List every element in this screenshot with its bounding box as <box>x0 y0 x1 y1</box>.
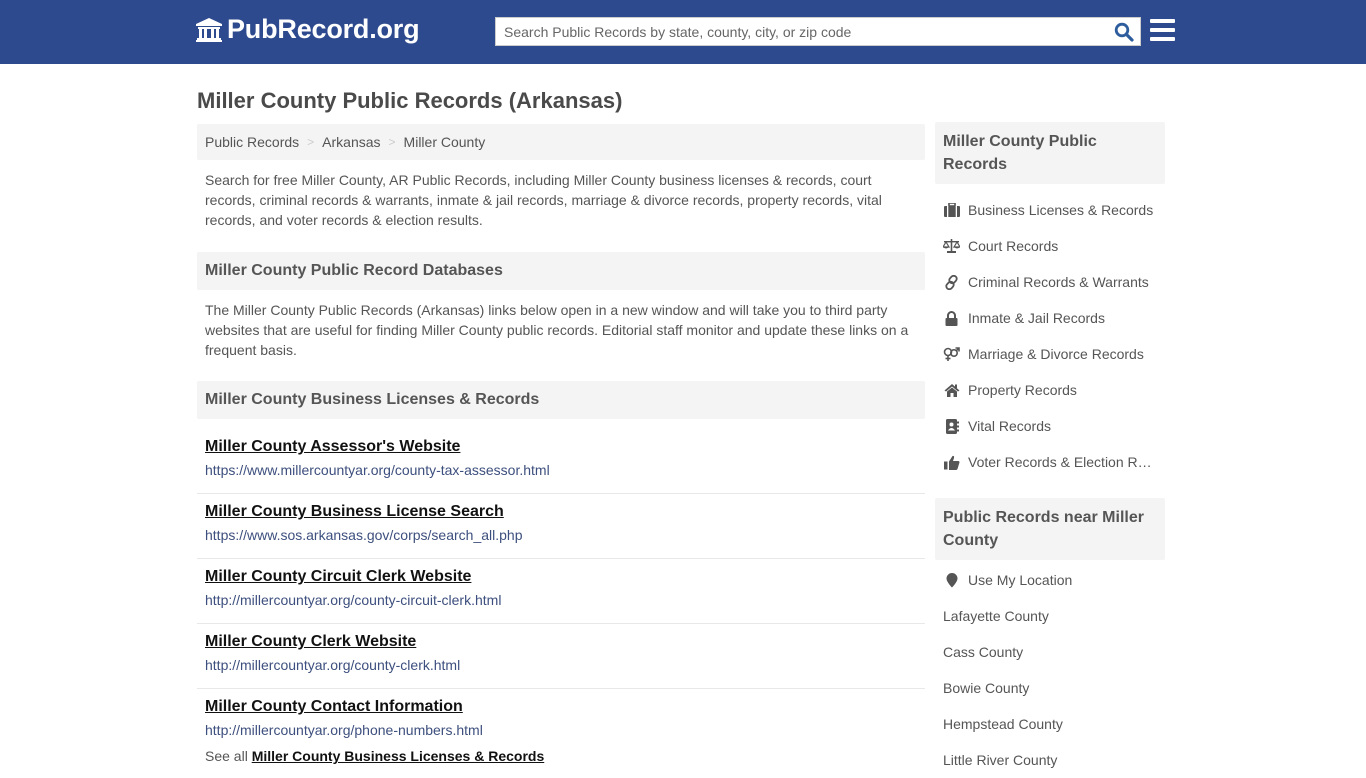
record-types-list: Business Licenses & Records Court Record… <box>935 184 1165 480</box>
briefcase-icon <box>943 202 960 218</box>
link-icon <box>943 274 960 290</box>
breadcrumb-public-records[interactable]: Public Records <box>205 134 299 150</box>
sidebar-near-heading: Public Records near Miller County <box>935 498 1165 560</box>
see-all-link[interactable]: Miller County Business Licenses & Record… <box>252 748 545 764</box>
hamburger-menu-icon[interactable] <box>1150 19 1175 43</box>
main-content: Public Records > Arkansas > Miller Count… <box>197 124 925 764</box>
record-item: Miller County Clerk Website http://mille… <box>197 624 925 689</box>
sidebar-item-marriage[interactable]: Marriage & Divorce Records <box>935 336 1165 372</box>
sidebar: Miller County Public Records Business Li… <box>935 122 1165 778</box>
record-item: Miller County Contact Information http:/… <box>197 689 925 754</box>
sidebar-item-vital[interactable]: Vital Records <box>935 408 1165 444</box>
page-title: Miller County Public Records (Arkansas) <box>197 88 623 113</box>
top-navbar: PubRecord.org <box>0 0 1366 64</box>
scales-icon <box>943 238 960 254</box>
nearby-county-link[interactable]: Hempstead County <box>935 706 1165 742</box>
record-url[interactable]: https://www.sos.arkansas.gov/corps/searc… <box>205 527 917 543</box>
search-icon[interactable] <box>1114 22 1134 42</box>
sidebar-records-heading: Miller County Public Records <box>935 122 1165 184</box>
intro-text: Search for free Miller County, AR Public… <box>205 172 882 228</box>
nearby-county-link[interactable]: Bowie County <box>935 670 1165 706</box>
breadcrumb-arkansas[interactable]: Arkansas <box>322 134 380 150</box>
use-my-location-link[interactable]: Use My Location <box>935 562 1165 598</box>
breadcrumb-miller-county[interactable]: Miller County <box>404 134 486 150</box>
see-all-row: See all Miller County Business Licenses … <box>197 748 925 764</box>
databases-description: The Miller County Public Records (Arkans… <box>205 302 909 358</box>
thumbs-up-icon <box>943 454 960 470</box>
breadcrumb-separator: > <box>307 135 315 149</box>
gender-icon <box>943 346 960 362</box>
address-book-icon <box>943 418 960 434</box>
sidebar-item-business[interactable]: Business Licenses & Records <box>935 192 1165 228</box>
record-title-link[interactable]: Miller County Clerk Website <box>205 632 917 652</box>
record-url[interactable]: http://millercountyar.org/county-circuit… <box>205 592 917 608</box>
record-title-link[interactable]: Miller County Assessor's Website <box>205 437 917 457</box>
logo-text: PubRecord.org <box>227 14 420 44</box>
record-url[interactable]: https://www.millercountyar.org/county-ta… <box>205 462 917 478</box>
business-records-list: Miller County Assessor's Website https:/… <box>197 429 925 754</box>
sidebar-item-property[interactable]: Property Records <box>935 372 1165 408</box>
business-heading: Miller County Business Licenses & Record… <box>197 381 925 419</box>
record-item: Miller County Circuit Clerk Website http… <box>197 559 925 624</box>
map-marker-icon <box>943 572 960 588</box>
breadcrumb-separator: > <box>388 135 396 149</box>
nearby-county-link[interactable]: Lafayette County <box>935 598 1165 634</box>
see-all-prefix: See all <box>205 748 248 764</box>
nearby-county-link[interactable]: Little River County <box>935 742 1165 778</box>
site-logo[interactable]: PubRecord.org <box>195 14 420 45</box>
sidebar-item-voter[interactable]: Voter Records & Election Results <box>935 444 1165 480</box>
record-item: Miller County Assessor's Website https:/… <box>197 429 925 494</box>
record-url[interactable]: http://millercountyar.org/phone-numbers.… <box>205 722 917 738</box>
record-item: Miller County Business License Search ht… <box>197 494 925 559</box>
sidebar-item-inmate[interactable]: Inmate & Jail Records <box>935 300 1165 336</box>
record-title-link[interactable]: Miller County Contact Information <box>205 697 917 717</box>
sidebar-item-court[interactable]: Court Records <box>935 228 1165 264</box>
sidebar-item-criminal[interactable]: Criminal Records & Warrants <box>935 264 1165 300</box>
record-title-link[interactable]: Miller County Business License Search <box>205 502 917 522</box>
nearby-county-link[interactable]: Cass County <box>935 634 1165 670</box>
nearby-list: Use My Location Lafayette County Cass Co… <box>935 560 1165 778</box>
lock-icon <box>943 310 960 326</box>
courthouse-icon <box>196 17 222 42</box>
databases-heading: Miller County Public Record Databases <box>197 252 925 290</box>
search-input[interactable] <box>496 18 1096 45</box>
record-title-link[interactable]: Miller County Circuit Clerk Website <box>205 567 917 587</box>
home-icon <box>943 382 960 398</box>
search-box <box>495 17 1141 46</box>
breadcrumb: Public Records > Arkansas > Miller Count… <box>197 124 925 160</box>
record-url[interactable]: http://millercountyar.org/county-clerk.h… <box>205 657 917 673</box>
